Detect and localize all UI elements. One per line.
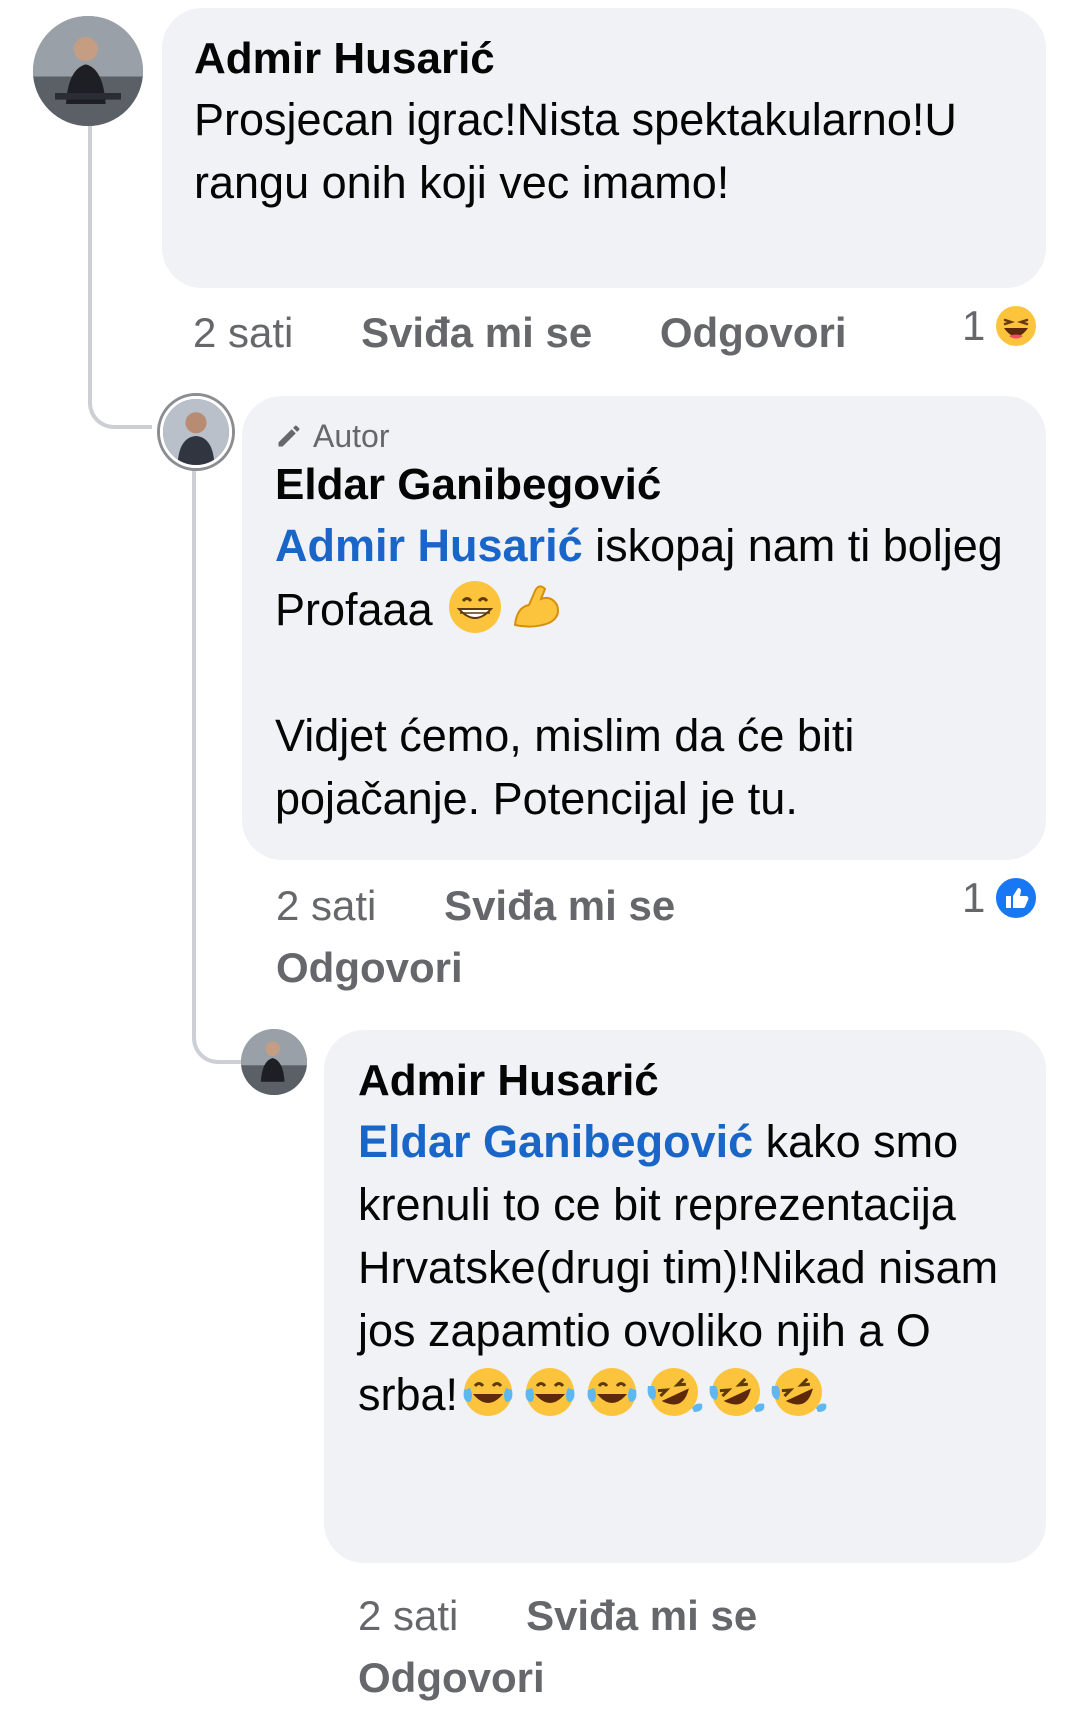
comment-author[interactable]: Admir Husarić [194, 30, 1016, 88]
profile-photo-icon [241, 1029, 307, 1095]
comment-actions: 2 sati Sviđa mi se Odgovori [276, 875, 796, 999]
like-button[interactable]: Sviđa mi se [361, 309, 592, 356]
comment-bubble: Autor Eldar Ganibegović Admir Husarić is… [242, 396, 1046, 860]
author-badge-label: Autor [313, 417, 390, 454]
profile-photo-icon [33, 16, 143, 126]
rolling-laughing-icon [706, 1362, 766, 1422]
tears-of-joy-icon [520, 1362, 580, 1422]
reply-button[interactable]: Odgovori [660, 309, 847, 356]
haha-reaction-icon [994, 304, 1039, 348]
comment-text: Eldar Ganibegović kako smo krenuli to ce… [358, 1110, 1016, 1426]
comment-actions: 2 sati Sviđa mi se Odgovori [358, 1585, 878, 1709]
avatar[interactable] [33, 16, 143, 126]
tears-of-joy-icon [582, 1362, 642, 1422]
like-button[interactable]: Sviđa mi se [526, 1592, 757, 1639]
comment-timestamp[interactable]: 2 sati [193, 309, 293, 356]
comment-timestamp[interactable]: 2 sati [358, 1592, 458, 1639]
rolling-laughing-icon [644, 1362, 704, 1422]
reply-button[interactable]: Odgovori [358, 1647, 822, 1709]
reply-button[interactable]: Odgovori [276, 937, 740, 999]
pencil-icon [278, 425, 300, 447]
comment-text: Prosjecan igrac!Nista spektakularno!U ra… [194, 94, 957, 208]
comment-actions: 2 sati Sviđa mi se Odgovori [193, 302, 903, 364]
comment-bubble: Admir Husarić Eldar Ganibegović kako smo… [324, 1030, 1046, 1563]
comment-author[interactable]: Eldar Ganibegović [275, 456, 1016, 514]
tears-of-joy-icon [458, 1362, 518, 1422]
comment-bubble: Admir Husarić Prosjecan igrac!Nista spek… [162, 8, 1046, 288]
like-reaction-icon [994, 876, 1039, 920]
mention-link[interactable]: Eldar Ganibegović [358, 1116, 753, 1167]
author-badge: Autor [275, 416, 1016, 456]
thread-connector [88, 125, 152, 429]
rolling-laughing-icon [768, 1362, 828, 1422]
reaction-summary[interactable]: 1 [962, 874, 1039, 922]
comment-author[interactable]: Admir Husarić [358, 1052, 1016, 1110]
mention-link[interactable]: Admir Husarić [275, 520, 583, 571]
reaction-summary[interactable]: 1 [962, 302, 1039, 350]
like-button[interactable]: Sviđa mi se [444, 882, 675, 929]
avatar[interactable] [241, 1029, 307, 1095]
comment-text-part: Vidjet ćemo, mislim da će biti pojačanje… [275, 710, 855, 824]
profile-photo-icon [163, 399, 229, 465]
comment-text: Admir Husarić iskopaj nam ti boljeg Prof… [275, 514, 1016, 830]
reaction-count: 1 [962, 874, 986, 921]
reaction-count: 1 [962, 302, 986, 349]
flexed-biceps-icon [507, 577, 567, 637]
avatar[interactable] [160, 396, 232, 468]
thread-connector [192, 470, 246, 1064]
comment-thread: Admir Husarić Prosjecan igrac!Nista spek… [0, 0, 1080, 1715]
comment-timestamp[interactable]: 2 sati [276, 882, 376, 929]
grinning-face-icon [445, 577, 505, 637]
